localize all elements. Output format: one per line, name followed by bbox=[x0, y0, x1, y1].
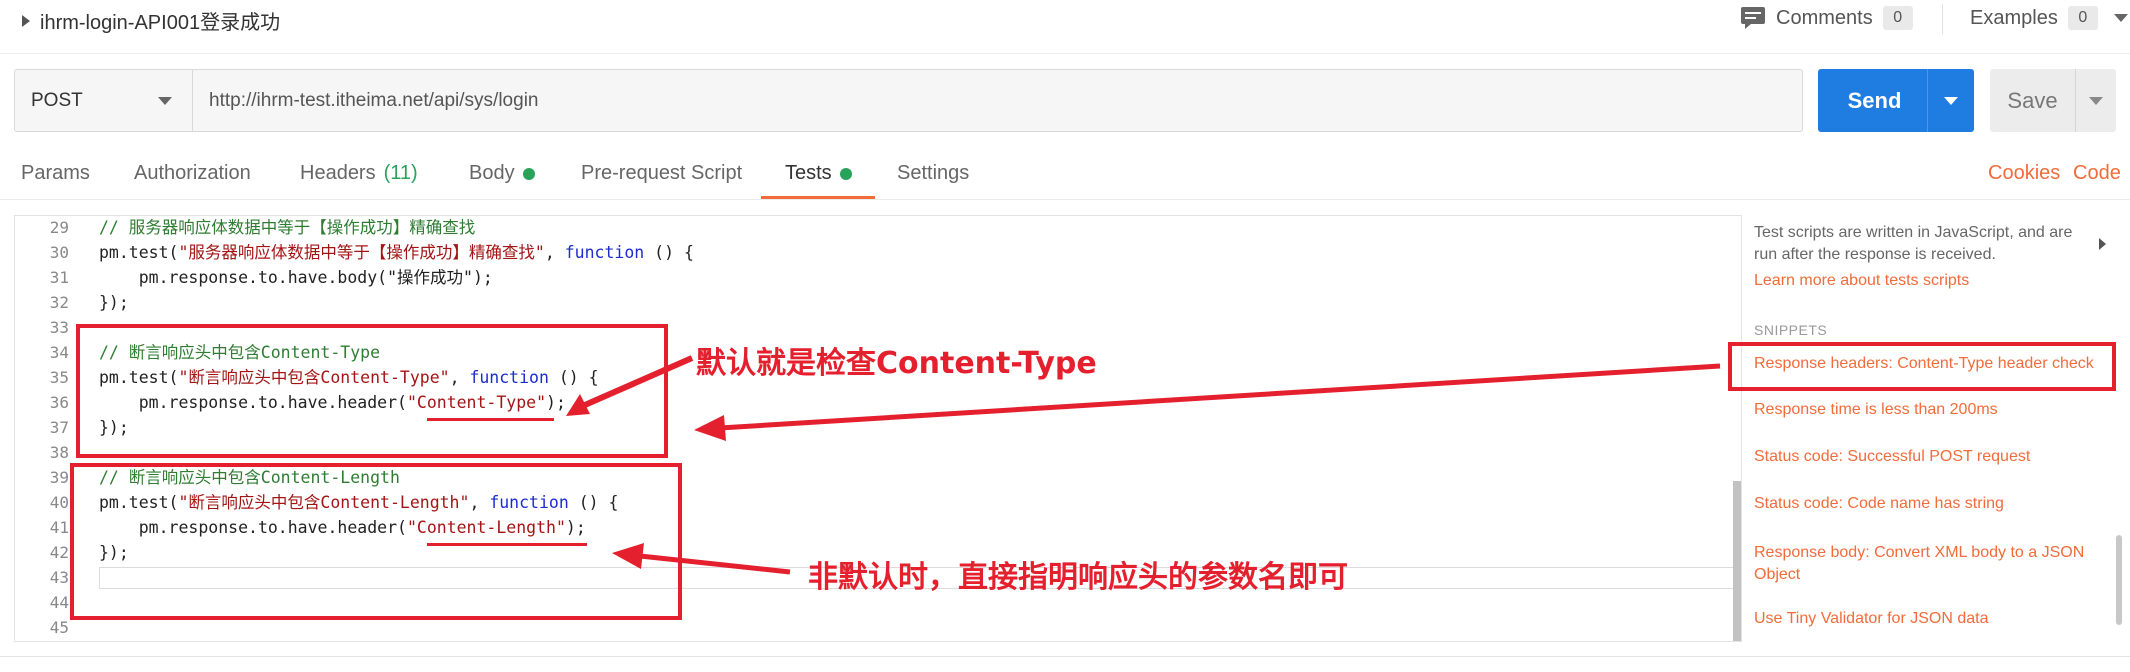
annotation-default-note: 默认就是检查Content-Type bbox=[696, 346, 1097, 381]
arrowhead-icon bbox=[612, 543, 644, 569]
arrowhead-icon bbox=[694, 415, 726, 441]
arrow-icon bbox=[639, 553, 791, 575]
arrow-icon bbox=[576, 355, 694, 411]
annotation-non-default-note: 非默认时，直接指明响应头的参数名即可 bbox=[808, 560, 1348, 595]
